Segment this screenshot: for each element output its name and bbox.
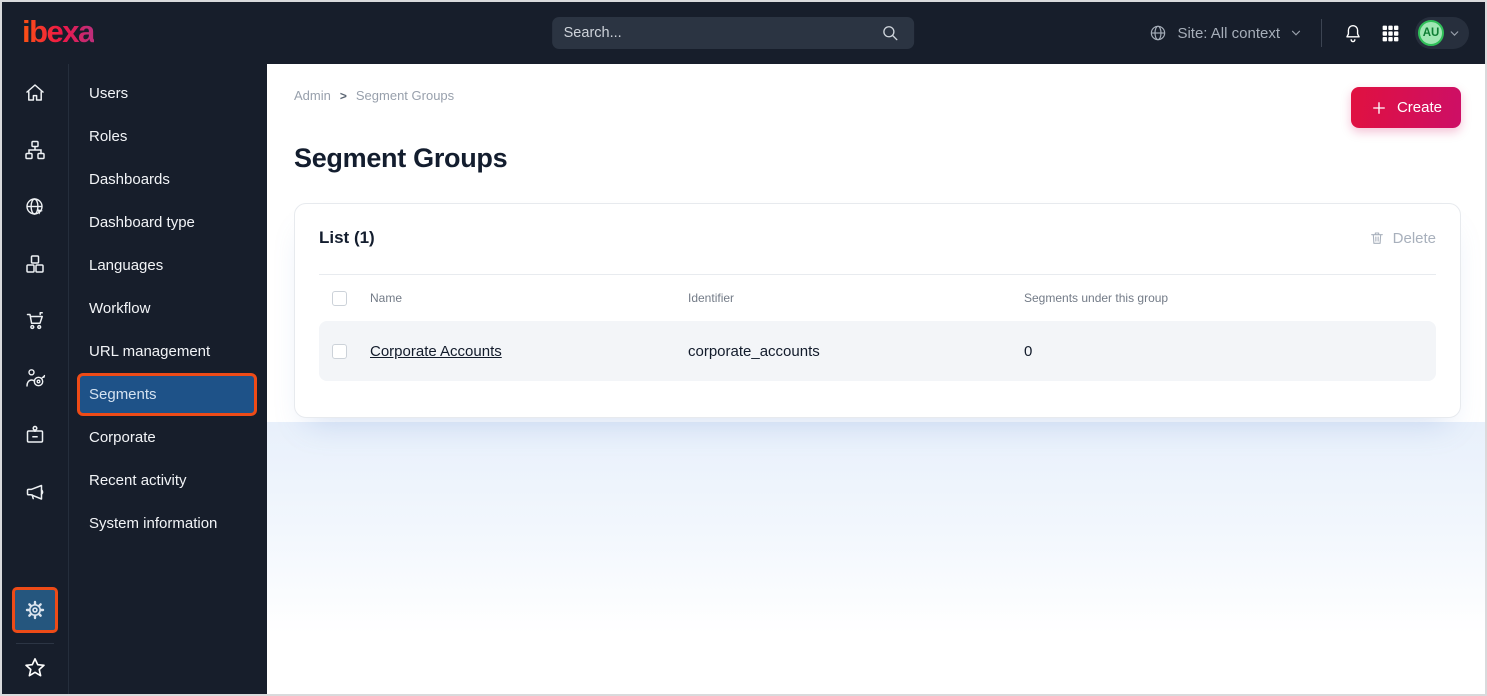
main-content: Admin > Segment Groups Create Segment Gr… bbox=[267, 64, 1485, 694]
topbar-divider bbox=[1321, 19, 1322, 47]
column-header-segments: Segments under this group bbox=[1024, 291, 1169, 305]
site-context-selector[interactable]: Site: All context bbox=[1148, 23, 1303, 43]
column-header-name: Name bbox=[370, 291, 403, 305]
create-button[interactable]: Create bbox=[1350, 87, 1461, 128]
segment-group-identifier: corporate_accounts bbox=[688, 342, 820, 360]
sidebar-item-bookmarks[interactable] bbox=[22, 656, 48, 680]
sidebar-item-corporate[interactable] bbox=[23, 423, 47, 447]
menu-item-segments-active[interactable]: Segments bbox=[77, 373, 257, 416]
menu-item-workflow[interactable]: Workflow bbox=[77, 287, 257, 330]
sidebar-item-commerce[interactable] bbox=[23, 309, 47, 333]
apps-grid-icon[interactable] bbox=[1378, 21, 1403, 46]
chevron-down-icon bbox=[1448, 27, 1461, 40]
menu-item-dashboards[interactable]: Dashboards bbox=[77, 158, 257, 201]
global-search[interactable] bbox=[551, 17, 914, 49]
home-icon bbox=[23, 81, 47, 105]
search-input[interactable] bbox=[563, 25, 878, 41]
admin-menu: Users Roles Dashboards Dashboard type La… bbox=[69, 64, 267, 694]
plus-icon bbox=[1370, 99, 1388, 117]
sidebar-item-product-catalog[interactable] bbox=[23, 252, 47, 276]
sidebar-item-admin-active[interactable] bbox=[12, 587, 58, 633]
star-icon bbox=[22, 655, 48, 681]
badge-icon bbox=[23, 423, 47, 447]
segment-groups-list-card: List (1) Delete Name Identifier Segments… bbox=[294, 203, 1461, 418]
select-all-checkbox[interactable] bbox=[332, 290, 347, 306]
segment-group-name-link[interactable]: Corporate Accounts bbox=[370, 343, 502, 360]
search-icon[interactable] bbox=[878, 21, 902, 45]
sidebar-item-site-structure[interactable] bbox=[23, 138, 47, 162]
table-header: Name Identifier Segments under this grou… bbox=[319, 275, 1436, 321]
chevron-down-icon bbox=[1289, 26, 1303, 40]
site-context-label: Site: All context bbox=[1177, 24, 1280, 42]
person-target-icon bbox=[23, 366, 47, 390]
ibexa-logo[interactable]: ibexa bbox=[22, 16, 95, 51]
cart-icon bbox=[23, 309, 47, 333]
boxes-icon bbox=[23, 252, 47, 276]
globe-icon bbox=[1148, 23, 1168, 43]
delete-button[interactable]: Delete bbox=[1369, 230, 1436, 247]
trash-icon bbox=[1369, 230, 1385, 246]
globe-cursor-icon bbox=[23, 195, 47, 219]
menu-item-roles[interactable]: Roles bbox=[77, 115, 257, 158]
menu-item-users[interactable]: Users bbox=[77, 72, 257, 115]
row-checkbox[interactable] bbox=[332, 343, 347, 359]
user-menu[interactable]: AU bbox=[1415, 17, 1469, 49]
table-row: Corporate Accounts corporate_accounts 0 bbox=[319, 321, 1436, 381]
app-window: ibexa Site: All context bbox=[0, 0, 1487, 696]
avatar: AU bbox=[1418, 20, 1444, 46]
sitemap-icon bbox=[23, 138, 47, 162]
notifications-bell-icon[interactable] bbox=[1340, 20, 1366, 46]
sidebar-item-site[interactable] bbox=[23, 195, 47, 219]
menu-item-dashboard-type[interactable]: Dashboard type bbox=[77, 201, 257, 244]
topbar-actions: Site: All context AU bbox=[1148, 17, 1469, 49]
sidebar-item-personalization[interactable] bbox=[23, 366, 47, 390]
breadcrumb: Admin > Segment Groups bbox=[294, 88, 1461, 103]
delete-button-label: Delete bbox=[1392, 229, 1436, 247]
breadcrumb-admin[interactable]: Admin bbox=[294, 88, 331, 103]
list-title: List (1) bbox=[319, 228, 375, 247]
menu-item-recent-activity[interactable]: Recent activity bbox=[77, 459, 257, 502]
sidebar-item-campaigns[interactable] bbox=[23, 480, 47, 504]
page-title: Segment Groups bbox=[294, 143, 508, 173]
create-button-label: Create bbox=[1396, 99, 1442, 116]
menu-item-languages[interactable]: Languages bbox=[77, 244, 257, 287]
menu-item-url-management[interactable]: URL management bbox=[77, 330, 257, 373]
sidebar-item-home[interactable] bbox=[23, 81, 47, 105]
sidebar-divider bbox=[16, 643, 54, 644]
primary-sidebar bbox=[2, 64, 69, 694]
column-header-identifier: Identifier bbox=[688, 291, 735, 305]
breadcrumb-separator: > bbox=[339, 88, 347, 103]
menu-item-corporate[interactable]: Corporate bbox=[77, 416, 257, 459]
topbar: ibexa Site: All context bbox=[2, 2, 1485, 64]
menu-item-system-information[interactable]: System information bbox=[77, 502, 257, 545]
breadcrumb-current: Segment Groups bbox=[355, 88, 455, 103]
gear-icon bbox=[22, 597, 48, 623]
segments-under-group-count: 0 bbox=[1024, 342, 1033, 360]
megaphone-icon bbox=[23, 480, 47, 504]
